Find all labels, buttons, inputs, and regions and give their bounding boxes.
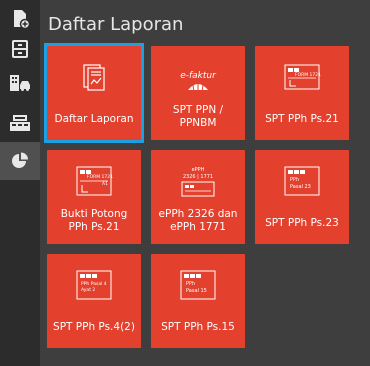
- sidebar-item-reports[interactable]: [0, 142, 40, 180]
- sidebar: [0, 0, 40, 366]
- pph-pasal-23-icon: PPh Pasal 23: [284, 166, 320, 196]
- tile-daftar-laporan[interactable]: Daftar Laporan: [44, 43, 144, 143]
- tile-spt-pph-15[interactable]: PPh Pasal 15 SPT PPh Ps.15: [151, 254, 245, 348]
- form-icon-subtext: A1: [102, 181, 108, 187]
- pph-pasal-15-icon: PPh Pasal 15: [180, 270, 216, 300]
- tile-label: SPT PPh Ps.4(2): [53, 321, 135, 333]
- page-title: Daftar Laporan: [48, 14, 184, 35]
- tile-label: Daftar Laporan: [54, 113, 134, 125]
- tile-label: SPT PPh Ps.21: [265, 113, 339, 125]
- tile-spt-ppn-ppnbm[interactable]: e-faktur SPT PPN / PPNBM: [151, 46, 245, 140]
- tile-epph-2326-1771[interactable]: ePPH 2326 | 1771 ePPh 2326 dan ePPh 1771: [151, 150, 245, 244]
- building-car-icon: [10, 75, 30, 91]
- epph-icon: ePPH 2326 | 1771: [181, 167, 215, 197]
- epph-icon-subtext: 2326 | 1771: [183, 174, 213, 180]
- pph-icon-subtext: Ayat 2: [81, 287, 95, 293]
- efaktur-icon: e-faktur: [180, 71, 217, 93]
- tile-spt-pph-23[interactable]: PPh Pasal 23 SPT PPh Ps.23: [255, 150, 349, 244]
- pph-pasal-4-ayat-2-icon: PPh Pasal 4 Ayat 2: [76, 270, 112, 300]
- pph-icon-subtext: Pasal 15: [186, 288, 207, 294]
- archive-cabinet-icon: [12, 40, 28, 58]
- main-panel: Daftar Laporan Daftar Laporan e-faktur S…: [40, 0, 370, 366]
- tile-label: Bukti Potong PPh Ps.21: [60, 208, 128, 233]
- report-document-icon: [83, 64, 105, 91]
- pie-chart-icon: [12, 152, 28, 168]
- sidebar-item-archive[interactable]: [0, 30, 40, 68]
- tile-spt-pph-21[interactable]: FORM 1721 SPT PPh Ps.21: [255, 46, 349, 140]
- sidebar-item-company[interactable]: [0, 64, 40, 102]
- form-1721-a1-icon: FORM 1721 A1: [76, 166, 113, 196]
- pph-icon-subtext: Pasal 23: [290, 184, 311, 190]
- tile-label: SPT PPh Ps.15: [161, 321, 235, 333]
- form-icon-text: FORM 1721: [87, 174, 113, 180]
- form-1721-icon: FORM 1721: [284, 64, 321, 90]
- epph-icon-text: ePPH: [192, 167, 205, 173]
- pph-icon-text: PPh: [186, 281, 195, 287]
- tile-label: SPT PPh Ps.23: [265, 217, 339, 229]
- document-add-icon: [14, 10, 31, 30]
- efaktur-icon-text: e-faktur: [180, 71, 217, 81]
- pph-icon-text: PPh Pasal 4: [81, 281, 107, 287]
- tile-label: SPT PPN / PPNBM: [172, 104, 224, 129]
- cash-register-icon: [10, 115, 30, 131]
- tile-bukti-potong-pph-21[interactable]: FORM 1721 A1 Bukti Potong PPh Ps.21: [47, 150, 141, 244]
- sidebar-item-cash[interactable]: [0, 104, 40, 142]
- tile-spt-pph-4-2[interactable]: PPh Pasal 4 Ayat 2 SPT PPh Ps.4(2): [47, 254, 141, 348]
- form-icon-text: FORM 1721: [295, 72, 321, 78]
- pph-icon-text: PPh: [290, 177, 299, 183]
- tile-label: ePPh 2326 dan ePPh 1771: [158, 208, 238, 233]
